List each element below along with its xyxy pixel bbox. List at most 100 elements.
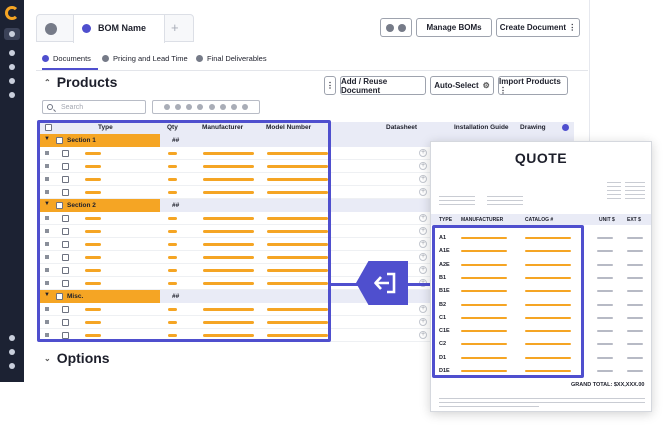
filter-chips[interactable]	[152, 100, 260, 114]
quote-table-header: TYPE MANUFACTURER CATALOG # UNIT $ EXT $	[431, 214, 651, 225]
options-title: Options	[56, 350, 110, 366]
sidebar-item[interactable]	[9, 335, 15, 341]
filter-dot-icon	[219, 104, 226, 110]
sidebar-item-active[interactable]	[4, 28, 20, 40]
quote-col-manufacturer: MANUFACTURER	[461, 217, 504, 223]
add-datasheet-icon[interactable]: +	[419, 188, 427, 196]
tab-documents-label: Documents	[53, 54, 91, 63]
tab-bom[interactable]: BOM Name	[73, 15, 165, 43]
add-datasheet-icon[interactable]: +	[419, 253, 427, 261]
sidebar-item[interactable]	[9, 64, 15, 70]
add-datasheet-icon[interactable]: +	[419, 149, 427, 157]
col-drawing: Drawing	[520, 124, 546, 131]
ext-placeholder	[627, 356, 643, 359]
tab-pricing-label: Pricing and Lead Time	[113, 54, 188, 63]
sidebar-item[interactable]	[9, 92, 15, 98]
text-line	[439, 204, 475, 205]
ext-placeholder	[627, 237, 643, 239]
text-line	[625, 182, 645, 183]
text-line	[625, 186, 645, 187]
ext-placeholder	[627, 370, 643, 372]
sidebar-item[interactable]	[9, 50, 15, 56]
add-datasheet-icon[interactable]: +	[419, 305, 427, 313]
unit-placeholder	[597, 356, 613, 359]
logo-icon[interactable]	[5, 6, 19, 20]
column-settings-icon[interactable]	[562, 124, 569, 131]
text-line	[607, 194, 621, 195]
quote-title: QUOTE	[514, 150, 568, 166]
sidebar-item[interactable]	[9, 78, 15, 84]
options-header[interactable]: ⌄ Options	[44, 350, 110, 366]
add-tab-button[interactable]: +	[171, 20, 179, 35]
view-toggle-button[interactable]	[380, 18, 412, 37]
add-datasheet-icon[interactable]: +	[419, 227, 427, 235]
quote-col-ext: EXT $	[627, 217, 641, 223]
filter-dot-icon	[186, 104, 193, 110]
col-installation-guide: Installation Guide	[454, 124, 509, 131]
unit-placeholder	[597, 316, 613, 319]
text-line	[487, 204, 523, 205]
footer-line	[439, 406, 539, 407]
sidebar-item[interactable]	[9, 349, 15, 355]
ext-placeholder	[627, 290, 643, 293]
footer-line	[439, 398, 645, 399]
filter-dot-icon	[208, 104, 215, 110]
sidebar-item[interactable]	[9, 363, 15, 369]
filter-dot-icon	[164, 104, 171, 110]
search-input[interactable]: Search	[42, 100, 146, 114]
auto-select-label: Auto-Select	[434, 81, 479, 90]
unit-placeholder	[597, 303, 613, 306]
text-line	[625, 198, 645, 199]
ext-placeholder	[627, 303, 643, 306]
products-title: Products	[56, 74, 118, 90]
chevron-up-icon: ⌃	[44, 77, 51, 87]
add-datasheet-icon[interactable]: +	[419, 214, 427, 222]
quote-highlight	[432, 225, 584, 378]
filter-dot-icon	[230, 104, 237, 110]
table-highlight	[37, 120, 331, 342]
tab-documents[interactable]: Documents	[42, 54, 91, 63]
search-placeholder: Search	[61, 103, 84, 111]
tab-home-icon[interactable]	[45, 23, 57, 35]
add-datasheet-icon[interactable]: +	[419, 331, 427, 339]
manage-boms-button[interactable]: Manage BOMs	[416, 18, 492, 37]
unit-placeholder	[597, 343, 613, 346]
add-datasheet-icon[interactable]: +	[419, 240, 427, 248]
create-document-button[interactable]: Create Document ⋮	[496, 18, 580, 37]
text-line	[439, 196, 475, 197]
add-datasheet-icon[interactable]: +	[419, 175, 427, 183]
ext-placeholder	[627, 316, 643, 319]
text-line	[607, 182, 621, 183]
text-line	[487, 200, 523, 201]
filter-dot-icon	[197, 104, 204, 110]
ext-placeholder	[627, 343, 643, 346]
import-products-button[interactable]: Import Products ⋮	[498, 76, 568, 95]
toggle-dot-icon	[398, 23, 406, 32]
add-datasheet-icon[interactable]: +	[419, 318, 427, 326]
products-header[interactable]: ⌃ Products	[44, 74, 117, 90]
gear-icon: ⚙	[482, 81, 490, 90]
auto-select-button[interactable]: Auto-Select ⚙	[430, 76, 494, 95]
unit-placeholder	[597, 290, 613, 293]
ext-placeholder	[627, 330, 643, 333]
tab-pricing[interactable]: Pricing and Lead Time	[102, 54, 188, 63]
tab-final-deliverables[interactable]: Final Deliverables	[196, 54, 267, 63]
unit-placeholder	[597, 263, 613, 266]
text-line	[607, 186, 621, 187]
ext-placeholder	[627, 276, 643, 279]
bom-dot-icon	[82, 24, 91, 33]
products-more-button[interactable]: ⋮	[324, 76, 336, 95]
text-line	[607, 190, 621, 191]
text-line	[625, 190, 645, 191]
add-datasheet-icon[interactable]: +	[419, 266, 427, 274]
add-datasheet-icon[interactable]: +	[419, 162, 427, 170]
add-reuse-document-button[interactable]: Add / Reuse Document	[340, 76, 426, 95]
sidebar	[0, 0, 24, 382]
arrow-into-bracket-icon	[374, 272, 396, 294]
filter-dot-icon	[175, 104, 182, 110]
text-line	[487, 196, 523, 197]
tab-bom-label: BOM Name	[98, 23, 147, 33]
unit-placeholder	[597, 276, 613, 279]
unit-placeholder	[597, 370, 613, 372]
quote-col-unit: UNIT $	[599, 217, 615, 223]
